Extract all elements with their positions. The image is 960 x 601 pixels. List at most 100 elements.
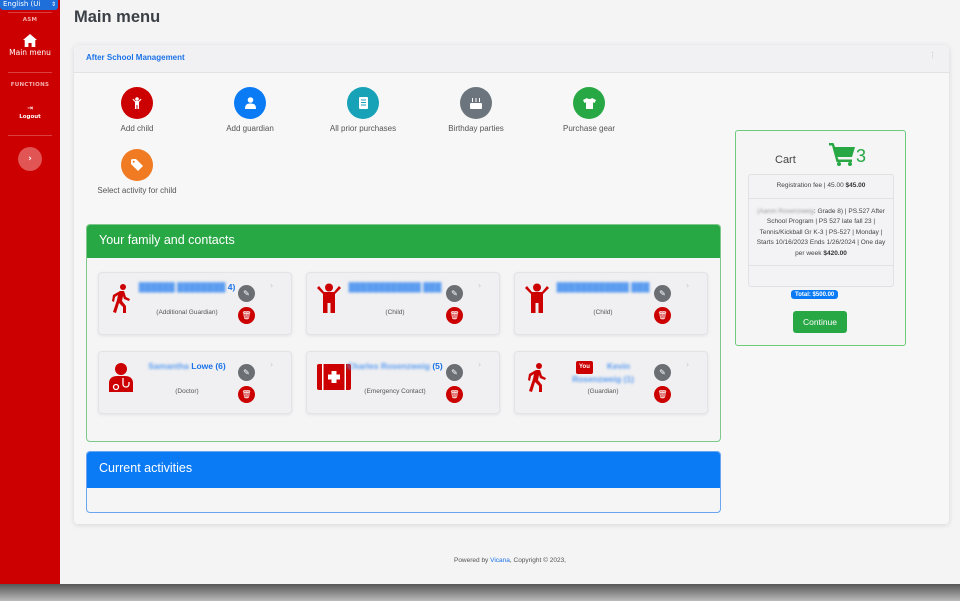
- delete-button[interactable]: 🗑: [654, 307, 671, 324]
- footer: Powered by Vicana, Copyright © 2023,: [453, 557, 566, 564]
- action-add-guardian[interactable]: Add guardian: [200, 87, 300, 136]
- walking-person-icon: [528, 363, 546, 392]
- trash-icon: 🗑: [241, 311, 252, 320]
- asm-card: After School Management ⋮ Add child Add …: [74, 45, 949, 524]
- sidebar-section-label: FUNCTIONS: [10, 82, 50, 88]
- tshirt-icon: [573, 87, 605, 119]
- you-badge: You: [575, 361, 593, 374]
- card-title: After School Management: [86, 53, 185, 62]
- contact-name[interactable]: Charles Rosenzweig (5): [345, 361, 445, 372]
- sidebar-divider: [8, 12, 52, 13]
- contact-name[interactable]: You Kevin Rosenzweig (1): [553, 361, 653, 385]
- child-icon: [525, 283, 549, 313]
- cart-panel: Cart 3 Registration fee | 45.00 $45.00 (…: [735, 130, 906, 346]
- contact-role: (Child): [385, 309, 405, 316]
- sidebar-item-label: Main menu: [9, 48, 51, 57]
- sidebar-expand-button[interactable]: ›: [18, 147, 42, 171]
- trash-icon: 🗑: [241, 390, 252, 399]
- sidebar-item-logout[interactable]: ⇥ Logout: [0, 104, 60, 120]
- delete-button[interactable]: 🗑: [238, 386, 255, 403]
- contact-name[interactable]: ████████████ ███: [553, 282, 653, 293]
- delete-button[interactable]: 🗑: [654, 386, 671, 403]
- edit-icon: ✎: [451, 289, 458, 298]
- edit-icon: ✎: [659, 289, 666, 298]
- card-menu-button[interactable]: ⋮: [929, 52, 936, 59]
- trash-icon: 🗑: [657, 390, 668, 399]
- family-panel: Your family and contacts ██████ ████████…: [86, 224, 721, 442]
- contact-card[interactable]: You Kevin Rosenzweig (1) (Guardian) ✎ 🗑 ›: [514, 351, 708, 414]
- sidebar-divider-wrap: [0, 135, 60, 136]
- app-window: English (Ui ⇕ ASM Main menu FUNCTIONS ⇥ …: [0, 0, 960, 584]
- action-label: All prior purchases: [329, 124, 397, 133]
- action-label: Add guardian: [226, 124, 274, 133]
- edit-icon: ✎: [243, 368, 250, 377]
- edit-button[interactable]: ✎: [446, 285, 463, 302]
- window-shadow: [0, 584, 960, 601]
- trash-icon: 🗑: [657, 311, 668, 320]
- activities-panel-title: Current activities: [87, 452, 720, 488]
- select-arrows-icon: ⇕: [50, 1, 56, 8]
- edit-icon: ✎: [659, 368, 666, 377]
- action-label: Birthday parties: [448, 124, 504, 133]
- chevron-right-icon[interactable]: ›: [478, 281, 481, 290]
- action-birthday-parties[interactable]: Birthday parties: [426, 87, 526, 136]
- chevron-right-icon[interactable]: ›: [270, 281, 273, 290]
- contact-role: (Doctor): [175, 388, 199, 395]
- chevron-right-icon[interactable]: ›: [478, 360, 481, 369]
- contact-role: (Child): [593, 309, 613, 316]
- contact-card[interactable]: Charles Rosenzweig (5) (Emergency Contac…: [306, 351, 500, 414]
- card-header: After School Management ⋮: [74, 45, 949, 73]
- activities-panel: Current activities: [86, 451, 721, 513]
- contact-name[interactable]: ████████████ ███: [345, 282, 445, 293]
- doctor-icon: [109, 363, 133, 392]
- child-icon: [317, 283, 341, 313]
- sidebar-app-section: ASM: [0, 12, 60, 23]
- contact-role: (Emergency Contact): [364, 388, 426, 395]
- cart-item: Registration fee | 45.00 $45.00: [749, 175, 893, 199]
- chevron-right-icon[interactable]: ›: [686, 281, 689, 290]
- action-label: Add child: [120, 124, 154, 133]
- language-select[interactable]: English (Ui ⇕: [0, 0, 58, 10]
- sidebar-section-label: ASM: [22, 17, 38, 23]
- action-label: Select activity for child: [97, 186, 177, 195]
- edit-button[interactable]: ✎: [446, 364, 463, 381]
- action-purchase-gear[interactable]: Purchase gear: [539, 87, 639, 136]
- edit-button[interactable]: ✎: [654, 285, 671, 302]
- sidebar-item-main-menu[interactable]: Main menu: [0, 34, 60, 57]
- home-icon: [23, 34, 37, 47]
- trash-icon: 🗑: [449, 311, 460, 320]
- action-add-child[interactable]: Add child: [87, 87, 187, 136]
- receipt-icon: [347, 87, 379, 119]
- contact-name[interactable]: Samantha Lowe (6): [137, 361, 237, 372]
- delete-button[interactable]: 🗑: [446, 386, 463, 403]
- user-icon: [234, 87, 266, 119]
- action-select-activity-for-child[interactable]: Select activity for child: [87, 149, 187, 198]
- contact-name[interactable]: ██████ ████████ 4): [137, 282, 237, 293]
- contact-card[interactable]: ████████████ ███ (Child) ✎ 🗑 ›: [514, 272, 708, 335]
- shopping-cart-icon[interactable]: [829, 142, 855, 166]
- continue-button[interactable]: Continue: [793, 311, 847, 333]
- sidebar: English (Ui ⇕ ASM Main menu FUNCTIONS ⇥ …: [0, 0, 60, 584]
- delete-button[interactable]: 🗑: [238, 307, 255, 324]
- sidebar-divider: [8, 135, 52, 136]
- contact-card[interactable]: Samantha Lowe (6) (Doctor) ✎ 🗑 ›: [98, 351, 292, 414]
- chevron-right-icon[interactable]: ›: [686, 360, 689, 369]
- edit-button[interactable]: ✎: [238, 364, 255, 381]
- chevron-right-icon[interactable]: ›: [270, 360, 273, 369]
- walking-person-icon: [112, 284, 130, 313]
- trash-icon: 🗑: [449, 390, 460, 399]
- edit-icon: ✎: [451, 368, 458, 377]
- cart-title: Cart: [775, 154, 796, 166]
- cart-items-list[interactable]: Registration fee | 45.00 $45.00 (Aaron R…: [748, 174, 894, 287]
- action-label: Purchase gear: [562, 124, 616, 133]
- edit-button[interactable]: ✎: [238, 285, 255, 302]
- vicana-link[interactable]: Vicana: [490, 557, 510, 564]
- chevron-right-icon: ›: [28, 154, 32, 164]
- language-select-value: English (Ui: [3, 0, 41, 8]
- contact-card[interactable]: ████████████ ███ (Child) ✎ 🗑 ›: [306, 272, 500, 335]
- cake-icon: [460, 87, 492, 119]
- action-all-prior-purchases[interactable]: All prior purchases: [313, 87, 413, 136]
- contact-card[interactable]: ██████ ████████ 4) (Additional Guardian)…: [98, 272, 292, 335]
- delete-button[interactable]: 🗑: [446, 307, 463, 324]
- edit-button[interactable]: ✎: [654, 364, 671, 381]
